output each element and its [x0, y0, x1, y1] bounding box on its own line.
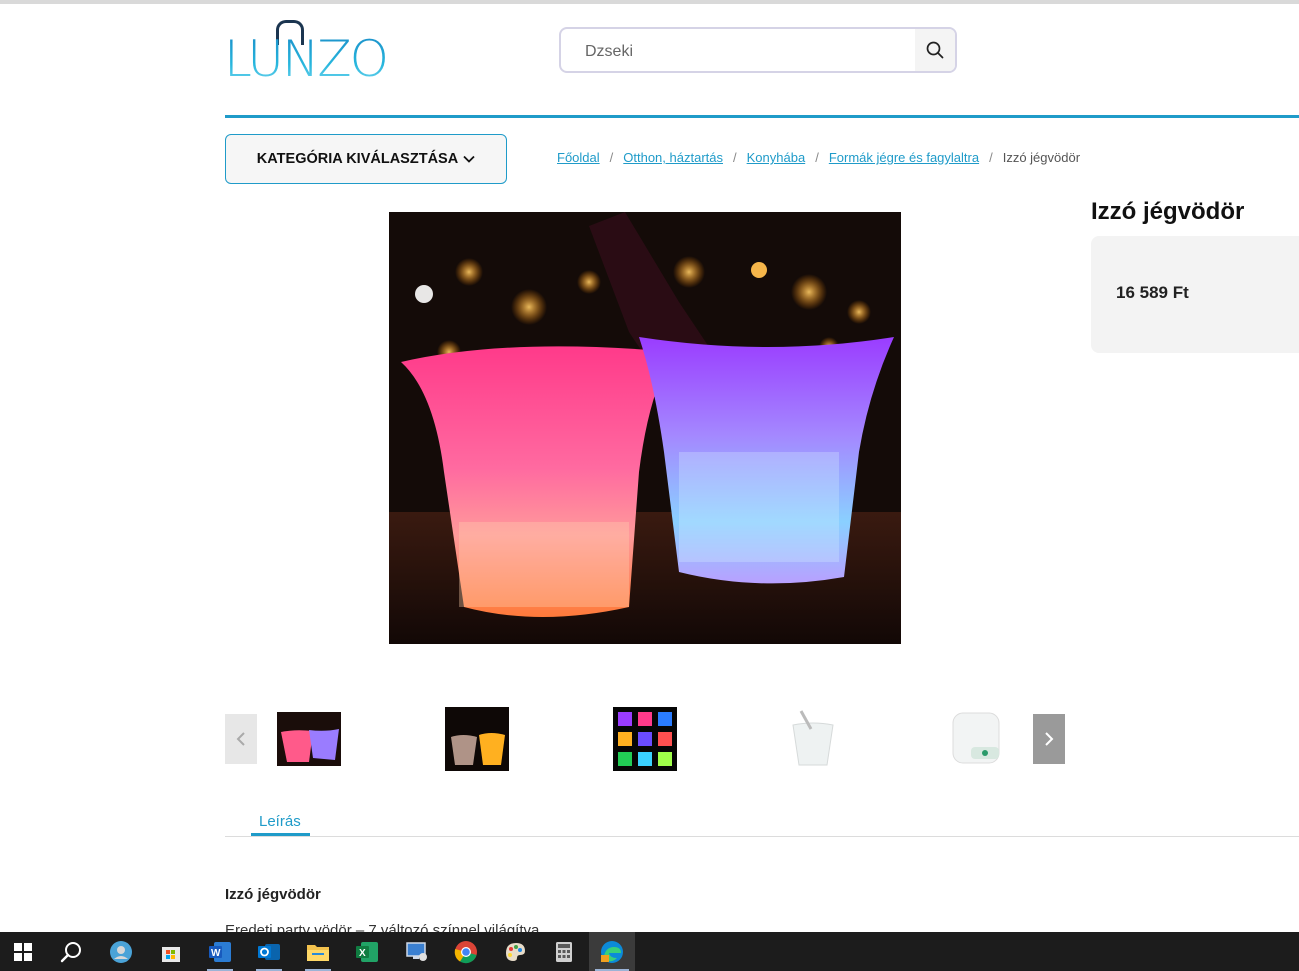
- search-icon: [926, 41, 944, 59]
- breadcrumb-link-home[interactable]: Főoldal: [557, 150, 600, 165]
- header-divider: [225, 115, 1299, 118]
- search-button[interactable]: [915, 29, 955, 71]
- breadcrumb-separator: /: [989, 150, 993, 165]
- thumbnail-next-button[interactable]: [1033, 714, 1065, 764]
- windows-taskbar: W X: [0, 932, 1299, 971]
- excel-icon: X: [356, 941, 378, 962]
- breadcrumb-link-kitchen[interactable]: Konyhába: [747, 150, 806, 165]
- folder-icon: [307, 944, 329, 961]
- paint-palette-icon: [506, 942, 525, 961]
- thumbnail-3[interactable]: [613, 707, 677, 771]
- breadcrumb-link-home-household[interactable]: Otthon, háztartás: [623, 150, 723, 165]
- product-main-image[interactable]: [389, 212, 901, 644]
- chrome-icon: [454, 940, 477, 963]
- taskbar-store[interactable]: [148, 932, 194, 971]
- top-border: [0, 0, 1299, 4]
- breadcrumb: Főoldal / Otthon, háztartás / Konyhába / Formá…: [557, 150, 1080, 165]
- category-select-button[interactable]: KATEGÓRIA KIVÁLASZTÁSA: [225, 134, 507, 184]
- remote-desktop-icon: [406, 941, 427, 961]
- taskbar-paint[interactable]: [492, 932, 538, 971]
- store-icon: [162, 946, 180, 962]
- product-price: 16 589 Ft: [1116, 283, 1189, 302]
- svg-text:X: X: [359, 948, 366, 959]
- thumbnail-1[interactable]: [277, 712, 341, 766]
- description-title: Izzó jégvödör: [225, 886, 321, 903]
- taskbar-remote-desktop[interactable]: [394, 932, 440, 971]
- category-select-label: KATEGÓRIA KIVÁLASZTÁSA: [256, 151, 459, 167]
- taskbar-edge[interactable]: [589, 932, 635, 971]
- taskbar-cortana[interactable]: [98, 932, 144, 971]
- breadcrumb-separator: /: [609, 150, 614, 165]
- logo-text: LUNZO: [224, 30, 389, 88]
- outlook-icon: [258, 943, 280, 960]
- svg-text:W: W: [211, 948, 221, 959]
- chevron-left-icon: [236, 732, 245, 746]
- search-box: [559, 27, 957, 73]
- breadcrumb-separator: /: [733, 150, 737, 165]
- thumbnail-2[interactable]: [445, 707, 509, 771]
- search-icon: [60, 941, 81, 962]
- thumbnail-5[interactable]: [949, 707, 1013, 771]
- word-icon: W: [209, 941, 231, 962]
- breadcrumb-current: Izzó jégvödör: [1002, 150, 1081, 165]
- tab-description[interactable]: Leírás: [259, 813, 301, 830]
- edge-icon: [601, 940, 623, 963]
- search-input[interactable]: [583, 39, 907, 65]
- breadcrumb-separator: /: [815, 150, 819, 165]
- price-box: 16 589 Ft: [1091, 236, 1299, 353]
- taskbar-file-explorer[interactable]: [295, 932, 341, 971]
- chevron-right-icon: [1045, 732, 1054, 746]
- taskbar-word[interactable]: W: [197, 932, 243, 971]
- taskbar-outlook[interactable]: [246, 932, 292, 971]
- start-button[interactable]: [0, 932, 46, 971]
- thumbnail-4[interactable]: [781, 707, 845, 771]
- breadcrumb-link-ice-molds[interactable]: Formák jégre és fagylaltra: [829, 150, 979, 165]
- product-title: Izzó jégvödör: [1091, 198, 1245, 225]
- chevron-down-icon: [463, 155, 475, 163]
- thumbnail-prev-button[interactable]: [225, 714, 257, 764]
- tab-divider: [225, 836, 1299, 837]
- person-icon: [110, 940, 132, 963]
- windows-logo-icon: [14, 942, 32, 961]
- taskbar-calculator[interactable]: [541, 932, 587, 971]
- site-logo[interactable]: LUNZO: [224, 20, 389, 84]
- taskbar-chrome[interactable]: [443, 932, 489, 971]
- taskbar-search-button[interactable]: [48, 932, 94, 971]
- calculator-icon: [556, 941, 572, 962]
- taskbar-excel[interactable]: X: [344, 932, 390, 971]
